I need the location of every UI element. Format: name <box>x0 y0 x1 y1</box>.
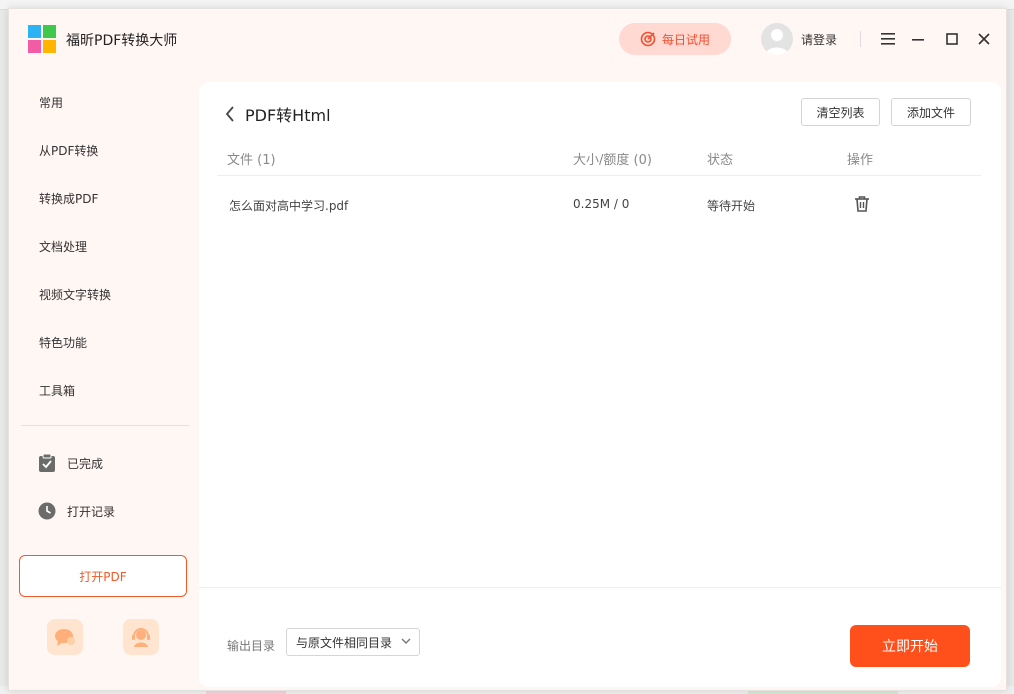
hamburger-icon <box>881 33 895 45</box>
column-header-action: 操作 <box>847 153 874 168</box>
title-bar: 福昕PDF转换大师 每日试用 请登录 <box>9 9 1006 69</box>
sidebar-item-from-pdf[interactable]: 从PDF转换 <box>39 142 98 159</box>
daily-trial-button[interactable]: 每日试用 <box>619 23 731 55</box>
sidebar-item-to-pdf[interactable]: 转换成PDF <box>39 190 98 207</box>
size-cell: 0.25M / 0 <box>573 197 630 211</box>
sidebar-item-toolbox[interactable]: 工具箱 <box>39 382 75 399</box>
completed-label: 已完成 <box>67 456 104 471</box>
delete-file-button[interactable] <box>853 195 871 213</box>
main-panel: PDF转Html 清空列表 添加文件 文件 (1) 大小/额度 (0) 状态 操… <box>199 82 1001 687</box>
chevron-left-icon <box>225 106 234 122</box>
clipboard-check-icon <box>37 453 57 473</box>
output-dir-value: 与原文件相同目录 <box>296 635 393 650</box>
trash-icon <box>855 196 869 212</box>
clock-icon <box>37 501 57 521</box>
footer-bar: 输出目录 与原文件相同目录 立即开始 <box>199 587 1001 687</box>
menu-button[interactable] <box>877 28 899 50</box>
sidebar-item-common[interactable]: 常用 <box>39 94 63 111</box>
app-window: 福昕PDF转换大师 每日试用 请登录 常用 从PDF转换 转换成PDF 文档处理… <box>8 8 1007 691</box>
column-header-file: 文件 (1) <box>227 153 276 168</box>
avatar[interactable] <box>761 23 793 55</box>
back-button[interactable] <box>225 104 239 124</box>
sidebar-item-features[interactable]: 特色功能 <box>39 334 87 351</box>
status-cell: 等待开始 <box>707 199 756 213</box>
output-dir-label: 输出目录 <box>227 639 276 653</box>
sidebar-item-video-text[interactable]: 视频文字转换 <box>39 286 111 303</box>
app-logo-icon <box>28 25 56 53</box>
title-divider <box>860 31 861 47</box>
file-name-cell: 怎么面对高中学习.pdf <box>229 199 349 213</box>
maximize-icon <box>946 33 958 45</box>
minimize-button[interactable] <box>907 28 929 50</box>
close-button[interactable] <box>973 28 995 50</box>
output-dir-select[interactable]: 与原文件相同目录 <box>286 628 420 656</box>
close-icon <box>978 33 990 45</box>
app-title: 福昕PDF转换大师 <box>66 33 178 49</box>
sidebar-divider <box>21 425 189 426</box>
chevron-down-icon <box>401 638 411 644</box>
page-title: PDF转Html <box>245 106 331 125</box>
clear-list-button[interactable]: 清空列表 <box>801 98 880 126</box>
minimize-icon <box>912 39 924 41</box>
maximize-button[interactable] <box>941 28 963 50</box>
customer-service-button[interactable] <box>123 619 159 655</box>
sidebar-item-history[interactable]: 打开记录 <box>37 501 115 521</box>
sidebar-item-doc-processing[interactable]: 文档处理 <box>39 238 87 255</box>
column-header-status: 状态 <box>707 153 734 168</box>
target-icon <box>640 31 656 47</box>
sidebar-item-completed[interactable]: 已完成 <box>37 453 103 473</box>
login-link[interactable]: 请登录 <box>801 31 837 48</box>
user-icon <box>765 29 789 55</box>
history-label: 打开记录 <box>67 504 116 519</box>
sidebar: 常用 从PDF转换 转换成PDF 文档处理 视频文字转换 特色功能 工具箱 已完… <box>9 79 199 690</box>
daily-trial-label: 每日试用 <box>661 32 710 47</box>
add-file-button[interactable]: 添加文件 <box>891 98 971 126</box>
start-now-button[interactable]: 立即开始 <box>850 625 970 667</box>
chat-bubble-icon <box>55 629 75 646</box>
table-header-divider <box>217 175 981 176</box>
column-header-size: 大小/额度 (0) <box>573 153 652 168</box>
open-pdf-button[interactable]: 打开PDF <box>19 555 187 597</box>
headset-icon <box>132 628 150 647</box>
feedback-button[interactable] <box>47 619 83 655</box>
